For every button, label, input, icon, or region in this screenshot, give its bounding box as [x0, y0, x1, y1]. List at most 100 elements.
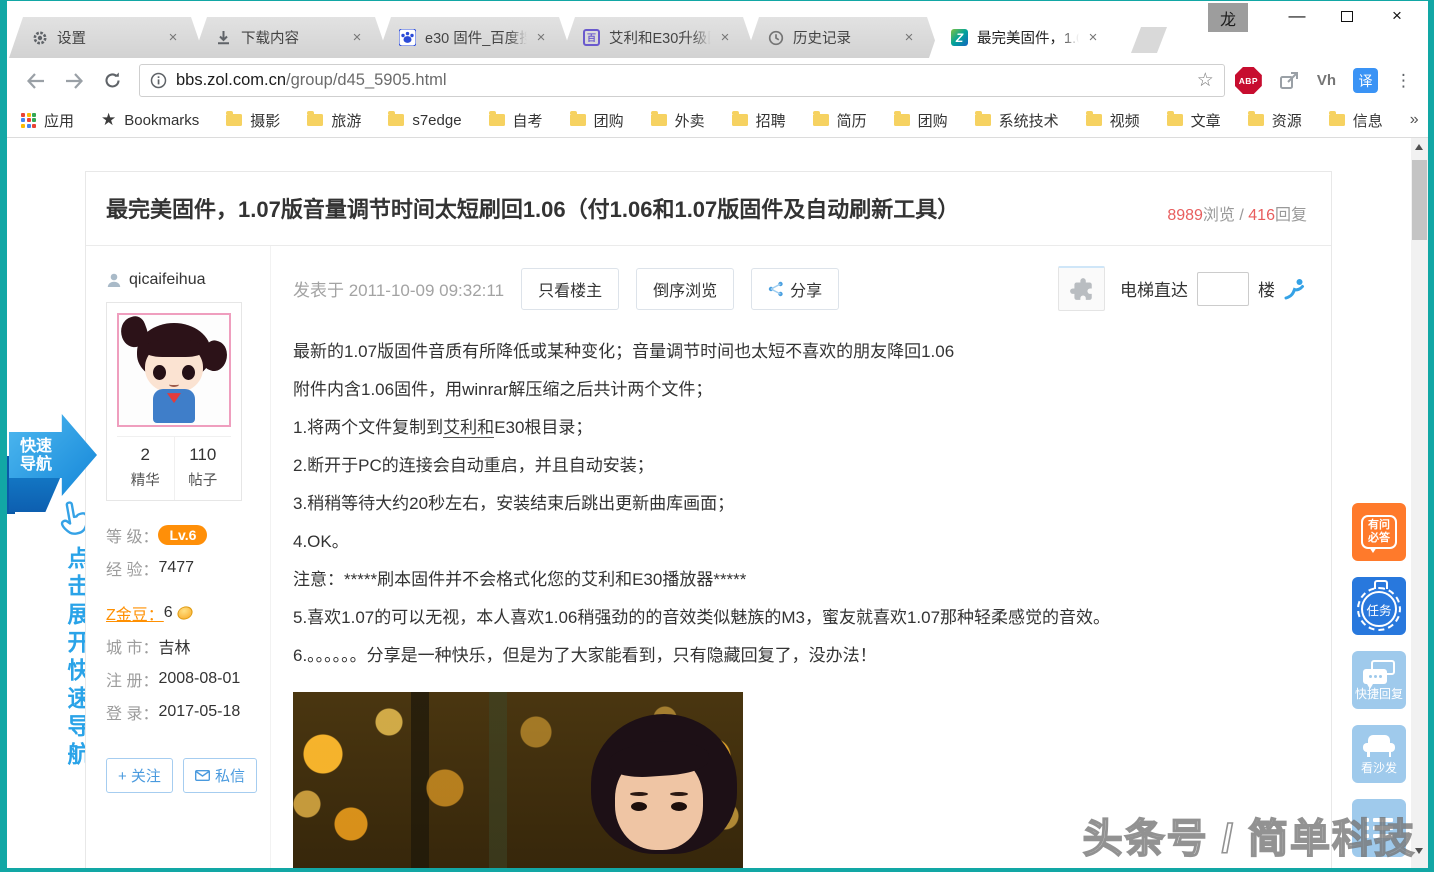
url-text[interactable]: bbs.zol.com.cn/group/d45_5905.html	[176, 71, 1197, 90]
tab-close-icon[interactable]: ×	[533, 29, 549, 46]
url-path: /group/d45_5905.html	[286, 71, 447, 89]
message-button[interactable]: 私信	[183, 758, 257, 793]
tab-close-icon[interactable]: ×	[717, 29, 733, 46]
coin-icon	[174, 604, 194, 621]
folder-label: 团购	[594, 110, 624, 131]
zol-icon: Z	[951, 29, 968, 46]
bookmark-folder-s7edge[interactable]: s7edge	[388, 112, 461, 129]
tab-history[interactable]: 历史记录 ×	[745, 17, 941, 58]
author-name[interactable]: qicaifeihua	[129, 271, 206, 289]
apps-shortcut[interactable]: 应用	[21, 110, 74, 131]
posts-count: 110	[175, 445, 232, 465]
jump-icon[interactable]	[1283, 277, 1307, 301]
follow-button[interactable]: + 关注	[106, 758, 173, 793]
profile-badge[interactable]: 龙	[1208, 3, 1248, 32]
share-extension-icon[interactable]	[1279, 70, 1300, 91]
tab-downloads[interactable]: 下载内容 ×	[193, 17, 389, 58]
folder-label: 旅游	[331, 110, 361, 131]
bookmarks-overflow-chevron[interactable]: »	[1410, 111, 1419, 129]
folder-icon	[1329, 114, 1345, 126]
watermark: 头条号 / 简单科技	[1083, 806, 1416, 864]
new-tab-button[interactable]	[1131, 27, 1167, 53]
paragraph-text: 1.将两个文件复制到	[293, 418, 443, 437]
login-row: 登 录： 2017-05-18	[106, 695, 270, 728]
forward-button[interactable]	[59, 66, 89, 96]
scrollbar-up-arrow[interactable]	[1415, 144, 1423, 150]
close-button[interactable]: ×	[1372, 1, 1422, 31]
posts-stat[interactable]: 110 帖子	[174, 437, 232, 500]
qa-button[interactable]: 有问 必答	[1352, 503, 1406, 561]
plugin-placeholder[interactable]	[1058, 266, 1105, 311]
post-column: 发表于 2011-10-09 09:32:11 只看楼主 倒序浏览 分享 电梯直…	[271, 246, 1331, 868]
tab-iriver-e30[interactable]: 百 艾利和E30升级固 ×	[561, 17, 757, 58]
stats-separator: /	[1235, 207, 1248, 224]
bookmark-folder-xitongjishu[interactable]: 系统技术	[975, 110, 1059, 131]
bookmarks-bar: 应用 ★ Bookmarks 摄影 旅游 s7edge 自考 团购 外卖 招聘 …	[7, 103, 1428, 137]
city-label: 城 市：	[106, 634, 158, 658]
user-avatar[interactable]	[117, 313, 231, 427]
register-label: 注 册：	[106, 667, 158, 691]
refresh-button[interactable]	[97, 66, 127, 96]
tab-label: 艾利和E30升级固	[609, 27, 711, 48]
back-button[interactable]	[21, 66, 51, 96]
views-count: 8989	[1167, 207, 1203, 224]
bookmark-folder-ziyuan[interactable]: 资源	[1248, 110, 1302, 131]
bookmark-folder-tuangou-1[interactable]: 团购	[570, 110, 624, 131]
quick-reply-button[interactable]: 快捷回复	[1352, 651, 1406, 709]
bookmark-folder-shipin[interactable]: 视频	[1086, 110, 1140, 131]
tab-active-zol-post[interactable]: Z 最完美固件，1.07 ×	[929, 17, 1125, 58]
share-button[interactable]: 分享	[751, 268, 839, 310]
tab-close-icon[interactable]: ×	[901, 29, 917, 46]
zbean-label[interactable]: Z金豆：	[106, 601, 164, 625]
address-bar[interactable]: bbs.zol.com.cn/group/d45_5905.html ☆	[139, 64, 1225, 97]
bookmark-folder-wenzhang[interactable]: 文章	[1167, 110, 1221, 131]
tab-close-icon[interactable]: ×	[165, 29, 181, 46]
folder-label: 摄影	[250, 110, 280, 131]
bookmark-folder-xinxi[interactable]: 信息	[1329, 110, 1383, 131]
browser-menu-icon[interactable]: ⋮	[1395, 71, 1412, 91]
folder-icon	[894, 114, 910, 126]
bookmark-folder-tuangou-2[interactable]: 团购	[894, 110, 948, 131]
tab-close-icon[interactable]: ×	[349, 29, 365, 46]
tabs: 设置 × 下载内容 × e30 固件_百度搜 × 百 艾利和E30升级固	[9, 17, 1167, 58]
tab-close-icon[interactable]: ×	[1085, 29, 1101, 46]
bookmark-folder-zikao[interactable]: 自考	[489, 110, 543, 131]
sofa-button[interactable]: 看沙发	[1352, 725, 1406, 783]
bookmarks-label: Bookmarks	[124, 112, 199, 129]
folder-icon	[388, 114, 404, 126]
login-label: 登 录：	[106, 700, 158, 724]
bookmark-folder-zhaopin[interactable]: 招聘	[732, 110, 786, 131]
task-badge-icon: 任务	[1361, 591, 1397, 627]
quick-reply-label: 快捷回复	[1355, 688, 1403, 700]
elevator-floor-input[interactable]	[1197, 272, 1249, 306]
thread-header: 最完美固件，1.07版音量调节时间太短刷回1.06（付1.06和1.07版固件及…	[86, 172, 1331, 246]
essence-stat[interactable]: 2 精华	[117, 437, 174, 500]
tab-settings[interactable]: 设置 ×	[9, 17, 205, 58]
adblock-icon[interactable]: ABP	[1235, 67, 1262, 94]
thread-stats: 8989浏览 / 416回复	[1167, 193, 1307, 225]
scrollbar-thumb[interactable]	[1412, 160, 1427, 240]
post-header: 发表于 2011-10-09 09:32:11 只看楼主 倒序浏览 分享 电梯直…	[293, 266, 1307, 311]
bookmarks-folder-root[interactable]: ★ Bookmarks	[101, 110, 199, 130]
page-content: 快速 导航 点击展开快速导航 最完美固件，1.07版音量调节时间太短刷回1.06…	[7, 137, 1428, 868]
task-button[interactable]: 任务	[1352, 577, 1406, 635]
refresh-icon	[103, 71, 122, 90]
reverse-order-button[interactable]: 倒序浏览	[636, 268, 734, 310]
only-author-button[interactable]: 只看楼主	[521, 268, 619, 310]
vh-extension-icon[interactable]: Vh	[1317, 72, 1336, 89]
scrollbar[interactable]	[1411, 138, 1428, 868]
bookmark-folder-jianli[interactable]: 简历	[813, 110, 867, 131]
tab-baidu-search[interactable]: e30 固件_百度搜 ×	[377, 17, 573, 58]
scrollbar-down-arrow[interactable]	[1415, 848, 1423, 854]
bookmark-folder-lvyou[interactable]: 旅游	[307, 110, 361, 131]
iriver-link[interactable]: 艾利和	[443, 418, 494, 438]
download-icon	[215, 29, 232, 46]
bookmark-folder-waimai[interactable]: 外卖	[651, 110, 705, 131]
translate-extension-icon[interactable]: 译	[1353, 68, 1378, 93]
message-label: 私信	[215, 765, 245, 786]
minimize-button[interactable]: —	[1272, 1, 1322, 31]
maximize-button[interactable]	[1322, 1, 1372, 31]
apps-grid-icon	[21, 113, 36, 128]
bookmark-star-icon[interactable]: ☆	[1197, 69, 1214, 92]
bookmark-folder-sheying[interactable]: 摄影	[226, 110, 280, 131]
